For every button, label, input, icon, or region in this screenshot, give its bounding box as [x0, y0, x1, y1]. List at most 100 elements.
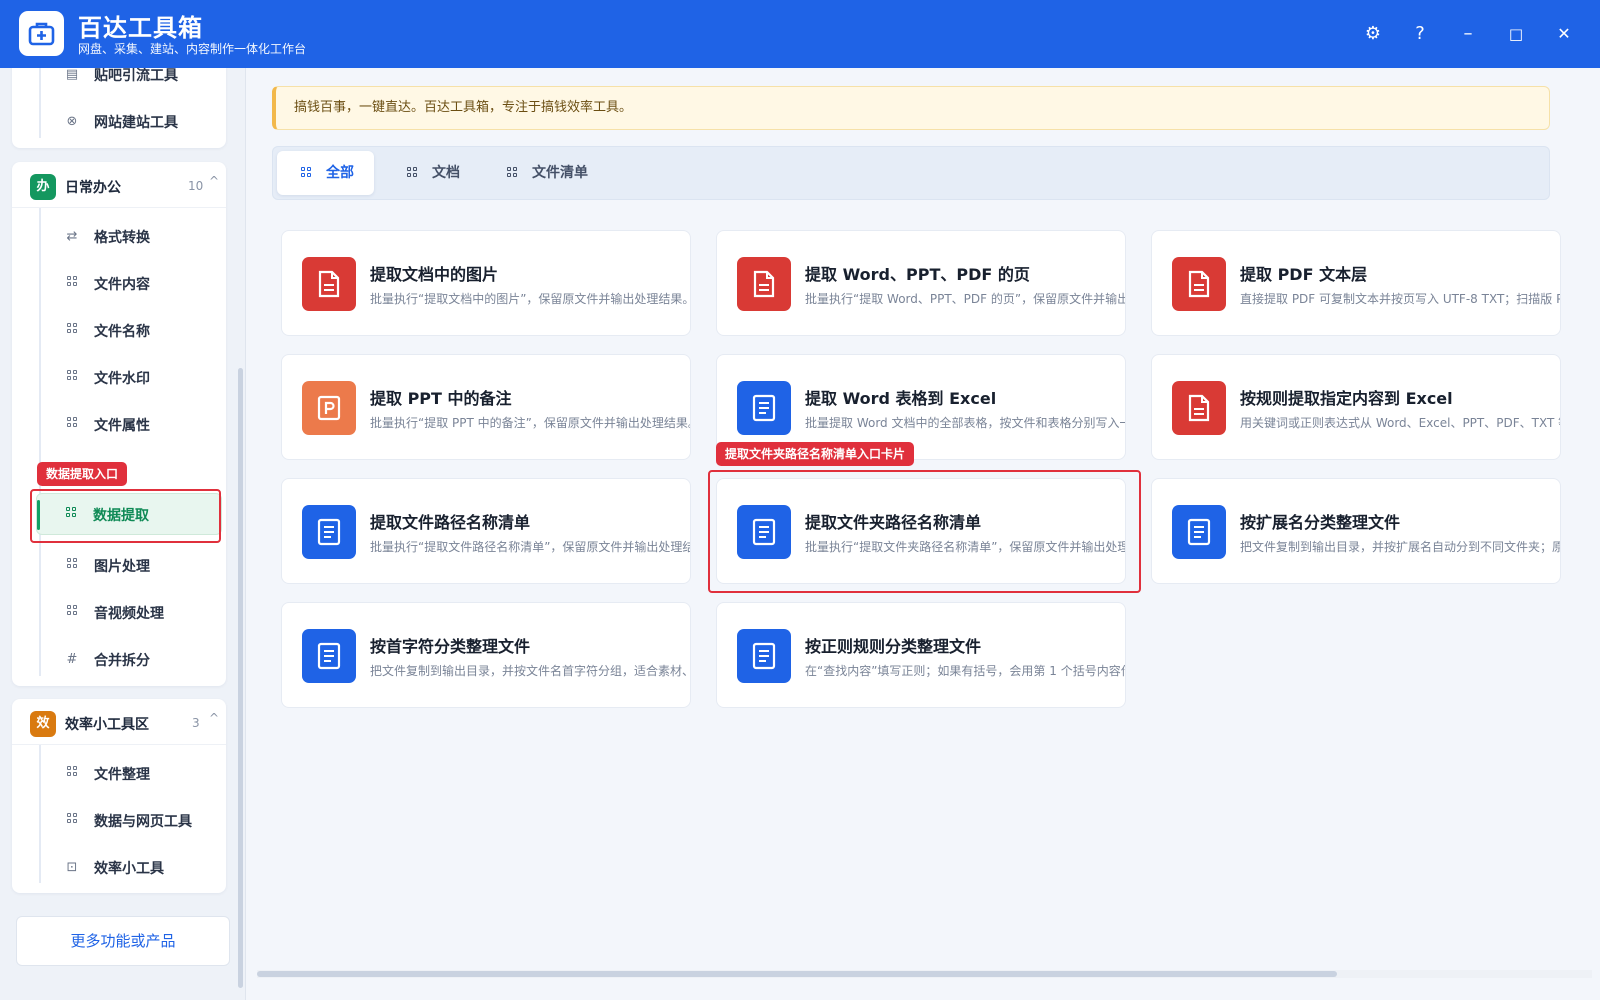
notice-banner: 搞钱百事，一键直达。百达工具箱，专注于搞钱效率工具。 [272, 86, 1550, 130]
sidebar-item-merge-split[interactable]: # 合并拆分 [38, 639, 224, 681]
tab-all[interactable]: 全部 [277, 151, 374, 195]
active-indicator [37, 500, 40, 530]
sidebar-item-website[interactable]: ⊗ 网站建站工具 [38, 101, 224, 143]
sidebar-item-data-web[interactable]: 数据与网页工具 [38, 800, 224, 842]
group-count: 10 [188, 179, 204, 193]
tool-card-description: 用关键词或正则表达式从 Word、Excel、PPT、PDF、TXT 等文档中提… [1240, 416, 1560, 430]
tool-card[interactable]: 按正则规则分类整理文件 在“查找内容”填写正则；如果有括号，会用第 1 个括号内容… [716, 602, 1126, 708]
tool-card-title: 提取文档中的图片 [370, 265, 499, 284]
sidebar-group-efficiency: 效 效率小工具区 3 ^ 文件整理 数据与网页工具 ⊡ 效率小工具 [12, 699, 226, 893]
grid-icon [64, 370, 80, 386]
tool-card-description: 批量执行“提取文件夹路径名称清单”，保留原文件并输出处理结果。 [805, 540, 1125, 554]
minimize-icon[interactable]: – [1454, 20, 1482, 48]
tool-card-title: 提取 PDF 文本层 [1240, 265, 1368, 284]
title-bar: 百达工具箱 网盘、采集、建站、内容制作一体化工作台 ⚙ ? – □ ✕ [0, 0, 1600, 68]
tool-card[interactable]: 按首字符分类整理文件把文件复制到输出目录，并按文件名首字符分组，适合素材、文档归… [281, 602, 691, 708]
horizontal-scrollbar[interactable] [257, 970, 1592, 978]
grid-icon [63, 507, 79, 523]
tool-card[interactable]: 提取文件路径名称清单批量执行“提取文件路径名称清单”，保留原文件并输出处理结果。 [281, 478, 691, 584]
grid-icon [64, 558, 80, 574]
file-lines-icon [1172, 505, 1226, 559]
tool-card[interactable]: 提取 PPT 中的备注 批量执行“提取 PPT 中的备注”，保留原文件并输出处理结… [281, 354, 691, 460]
tool-card-title: 按首字符分类整理文件 [370, 637, 531, 656]
sidebar-item-label: 数据与网页工具 [94, 814, 192, 830]
sidebar-item-label: 图片处理 [94, 559, 150, 575]
tool-card-title: 按规则提取指定内容到 Excel [1240, 389, 1453, 408]
sidebar-item-label: 格式转换 [94, 230, 150, 246]
group-name: 效率小工具区 [65, 717, 149, 733]
swap-icon: ⇄ [66, 229, 78, 244]
tab-file-list[interactable]: 文件清单 [483, 151, 608, 195]
tool-card[interactable]: 按扩展名分类整理文件把文件复制到输出目录，并按扩展名自动分到不同文件夹；原文件不… [1151, 478, 1561, 584]
grid-icon [64, 276, 80, 292]
sidebar-item-label: 文件整理 [94, 767, 150, 783]
tool-card-description: 批量提取 Word 文档中的全部表格，按文件和表格分别写入一个 Excel。 [805, 416, 1126, 430]
tool-card-description: 直接提取 PDF 可复制文本并按页写入 UTF-8 TXT；扫描版 PDF 请使… [1240, 292, 1560, 306]
sidebar: ▤ 贴吧引流工具 ⊗ 网站建站工具 办 日常办公 10 ^ ⇄ 格式转换 文件内… [0, 68, 246, 1000]
sidebar-item-label: 文件水印 [94, 371, 150, 387]
chevron-up-icon[interactable]: ^ [209, 711, 219, 725]
sidebar-item-file-organize[interactable]: 文件整理 [38, 753, 224, 795]
sidebar-item-label: 文件名称 [94, 324, 150, 340]
sidebar-item-file-content[interactable]: 文件内容 [38, 263, 224, 305]
sidebar-item-file-properties[interactable]: 文件属性 [38, 404, 224, 446]
tool-card-description: 把文件复制到输出目录，并按扩展名自动分到不同文件夹；原文件不变。 [1240, 540, 1560, 554]
tab-label: 文档 [432, 165, 460, 181]
app-title: 百达工具箱 [78, 14, 203, 42]
folder-list-card-annotation-label: 提取文件夹路径名称清单入口卡片 [716, 442, 915, 466]
sidebar-item-image-process[interactable]: 图片处理 [38, 545, 224, 587]
group-badge: 办 [30, 174, 56, 200]
sidebar-item-label: 数据提取 [93, 508, 149, 524]
sidebar-item-audio-video[interactable]: 音视频处理 [38, 592, 224, 634]
help-icon[interactable]: ? [1406, 20, 1434, 48]
tool-card[interactable]: 按规则提取指定内容到 Excel 用关键词或正则表达式从 Word、Excel、P… [1151, 354, 1561, 460]
tool-card-description: 批量执行“提取文件路径名称清单”，保留原文件并输出处理结果。 [370, 540, 691, 554]
globe-icon: ⊗ [66, 114, 78, 129]
close-icon[interactable]: ✕ [1550, 20, 1578, 48]
tool-card[interactable]: 提取文件夹路径名称清单批量执行“提取文件夹路径名称清单”，保留原文件并输出处理结… [716, 478, 1126, 584]
maximize-icon[interactable]: □ [1502, 20, 1530, 48]
grid-icon [64, 766, 80, 782]
sidebar-item-tieba[interactable]: ▤ 贴吧引流工具 [38, 68, 224, 96]
sidebar-item-efficiency-tools[interactable]: ⊡ 效率小工具 [38, 847, 224, 889]
more-products-button[interactable]: 更多功能或产品 [16, 916, 230, 966]
file-lines-icon [737, 381, 791, 435]
tool-card-description: 批量执行“提取 Word、PPT、PDF 的页”，保留原文件并输出处理结果。 [805, 292, 1126, 306]
group-name: 日常办公 [65, 180, 121, 196]
tab-documents[interactable]: 文档 [383, 151, 480, 195]
tool-card[interactable]: 提取文档中的图片批量执行“提取文档中的图片”，保留原文件并输出处理结果。 [281, 230, 691, 336]
group-header[interactable]: 办 日常办公 10 ^ [12, 162, 226, 208]
document-icon [1172, 381, 1226, 435]
document-icon [737, 257, 791, 311]
sidebar-item-label: 文件内容 [94, 277, 150, 293]
ppt-icon [302, 381, 356, 435]
grid-icon [64, 417, 80, 433]
sidebar-item-label: 音视频处理 [94, 606, 164, 622]
tool-card-title: 提取文件夹路径名称清单 [805, 513, 982, 532]
sidebar-item-label: 网站建站工具 [94, 115, 178, 131]
toolbox-icon: ⊡ [66, 860, 78, 875]
grid-icon [64, 813, 80, 829]
sidebar-item-format-convert[interactable]: ⇄ 格式转换 [38, 216, 224, 258]
grid-icon [507, 167, 518, 178]
chevron-up-icon[interactable]: ^ [209, 174, 219, 188]
document-icon [302, 257, 356, 311]
file-lines-icon [737, 505, 791, 559]
tool-card-description: 批量执行“提取文档中的图片”，保留原文件并输出处理结果。 [370, 292, 691, 306]
tool-card-title: 提取 Word、PPT、PDF 的页 [805, 265, 1030, 284]
sidebar-item-data-extract[interactable]: 数据提取 [36, 493, 222, 535]
grid-icon [301, 167, 312, 178]
sidebar-item-file-name[interactable]: 文件名称 [38, 310, 224, 352]
sidebar-item-file-watermark[interactable]: 文件水印 [38, 357, 224, 399]
file-lines-icon [737, 629, 791, 683]
settings-icon[interactable]: ⚙ [1359, 20, 1387, 48]
tool-card-title: 提取文件路径名称清单 [370, 513, 531, 532]
tool-card[interactable]: 提取 PDF 文本层直接提取 PDF 可复制文本并按页写入 UTF-8 TXT；… [1151, 230, 1561, 336]
hash-icon: # [66, 652, 78, 667]
group-header[interactable]: 效 效率小工具区 3 ^ [12, 699, 226, 745]
data-extract-annotation-label: 数据提取入口 [37, 462, 128, 486]
tool-card-title: 提取 Word 表格到 Excel [805, 389, 997, 408]
sidebar-scrollbar[interactable] [238, 368, 243, 988]
tool-card[interactable]: 提取 Word、PPT、PDF 的页批量执行“提取 Word、PPT、PDF 的… [716, 230, 1126, 336]
file-lines-icon [302, 629, 356, 683]
